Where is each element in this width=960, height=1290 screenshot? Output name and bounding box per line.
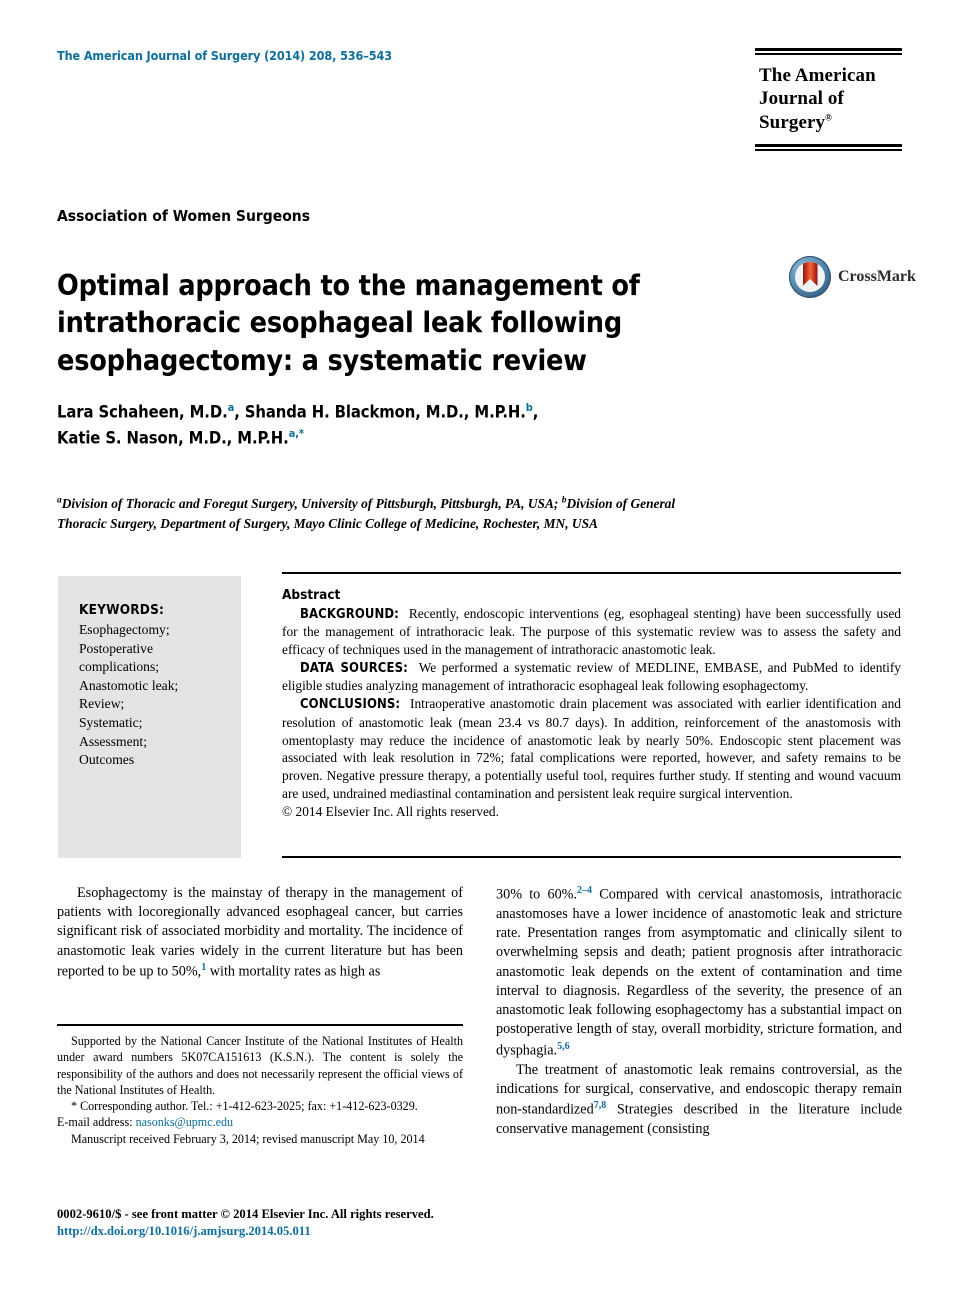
imprint: 0002-9610/$ - see front matter © 2014 El… xyxy=(57,1206,434,1241)
body-paragraph: 30% to 60%.2–4 Compared with cervical an… xyxy=(496,884,902,1061)
abstract-conclusions: CONCLUSIONS: Intraoperative anastomotic … xyxy=(282,695,901,803)
logo-wordmark: The American Journal of Surgery® xyxy=(755,55,902,145)
body-column-right: 30% to 60%.2–4 Compared with cervical an… xyxy=(496,884,902,1139)
abstract-rule-bottom xyxy=(282,856,901,859)
crossmark-label: CrossMark xyxy=(838,268,916,285)
author-1: Lara Schaheen, M.D. xyxy=(57,402,228,422)
author-3: Katie S. Nason, M.D., M.P.H. xyxy=(57,428,289,448)
running-head: The American Journal of Surgery (2014) 2… xyxy=(57,48,392,63)
footnote-funding: Supported by the National Cancer Institu… xyxy=(57,1034,463,1097)
body-paragraph: Esophagectomy is the mainstay of therapy… xyxy=(57,884,463,982)
footnotes: Supported by the National Cancer Institu… xyxy=(57,1033,463,1147)
rule xyxy=(755,48,902,51)
bookmark-ribbon-icon xyxy=(802,262,818,286)
corresponding-text: Corresponding author. Tel.: +1-412-623-2… xyxy=(77,1099,418,1114)
abstract-rule-top xyxy=(282,572,901,575)
affiliations: aDivision of Thoracic and Foregut Surger… xyxy=(57,494,709,533)
body-text-cont: Compared with cervical anastomosis, intr… xyxy=(496,886,902,1059)
abstract-heading: Abstract xyxy=(282,587,341,603)
crossmark-icon xyxy=(789,256,831,298)
author-3-affiliation-marker: a, xyxy=(288,427,299,441)
registered-mark: ® xyxy=(825,112,832,123)
logo-line-2: Journal of Surgery® xyxy=(759,88,844,133)
keywords-heading: KEYWORDS: xyxy=(79,602,165,618)
body-paragraph: The treatment of anastomotic leak remain… xyxy=(496,1061,902,1140)
author-2: , Shanda H. Blackmon, M.D., M.P.H. xyxy=(234,402,526,422)
page-title: Optimal approach to the management of in… xyxy=(57,269,640,377)
body-column-left: Esophagectomy is the mainstay of therapy… xyxy=(57,884,463,982)
crossmark-icon-inner xyxy=(795,262,825,292)
section-kicker: Association of Women Surgeons xyxy=(57,207,311,225)
abstract-background-label: BACKGROUND: xyxy=(300,607,399,622)
abstract-conclusions-label: CONCLUSIONS: xyxy=(300,697,401,713)
body-text-cont: with mortality rates as high as xyxy=(206,963,381,980)
abstract-section: Abstract BACKGROUND: Recently, endoscopi… xyxy=(282,587,901,821)
logo-rule-bottom xyxy=(755,144,902,151)
issn-line: 0002-9610/$ - see front matter © 2014 El… xyxy=(57,1207,434,1221)
footnote-corresponding: * Corresponding author. Tel.: +1-412-623… xyxy=(57,1098,463,1114)
reference-marker[interactable]: 7,8 xyxy=(594,1100,607,1111)
corresponding-author-marker: * xyxy=(298,427,304,441)
keywords-list: Esophagectomy; Postoperative complicatio… xyxy=(79,622,179,768)
body-text: 30% to 60%. xyxy=(496,886,578,903)
email-label: E-mail address: xyxy=(57,1115,136,1130)
logo-line-1: The American xyxy=(759,64,876,86)
reference-marker[interactable]: 2–4 xyxy=(577,885,592,896)
footnote-email: E-mail address: nasonks@upmc.edu xyxy=(57,1114,463,1130)
keywords-box: KEYWORDS: Esophagectomy; Postoperative c… xyxy=(58,576,241,858)
footnote-rule xyxy=(57,1024,463,1027)
rule xyxy=(755,144,902,148)
affiliation-a-text: Division of Thoracic and Foregut Surgery… xyxy=(61,496,562,511)
reference-marker[interactable]: 5,6 xyxy=(557,1041,570,1052)
abstract-background: BACKGROUND: Recently, endoscopic interve… xyxy=(282,605,901,659)
author-line-1-comma: , xyxy=(532,402,539,422)
abstract-copyright: © 2014 Elsevier Inc. All rights reserved… xyxy=(282,804,499,820)
author-2-affiliation-marker: b xyxy=(525,401,533,414)
journal-article-page: The American Journal of Surgery (2014) 2… xyxy=(0,0,960,1290)
abstract-data-sources-label: DATA SOURCES: xyxy=(300,661,408,677)
doi-link[interactable]: http://dx.doi.org/10.1016/j.amjsurg.2014… xyxy=(57,1223,434,1240)
rule xyxy=(755,149,902,151)
author-list: Lara Schaheen, M.D.a, Shanda H. Blackmon… xyxy=(57,399,697,451)
footnote-manuscript-dates: Manuscript received February 3, 2014; re… xyxy=(71,1131,425,1146)
crossmark-badge[interactable]: CrossMark xyxy=(789,256,916,298)
abstract-data-sources: DATA SOURCES: We performed a systematic … xyxy=(282,659,901,695)
journal-logo: The American Journal of Surgery® xyxy=(755,48,902,151)
email-link[interactable]: nasonks@upmc.edu xyxy=(136,1115,233,1129)
